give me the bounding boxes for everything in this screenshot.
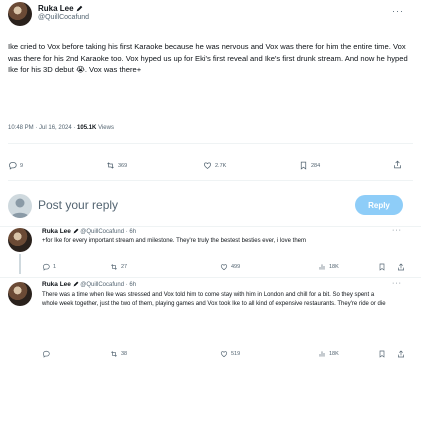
reply-author-name[interactable]: Ruka Lee [42, 228, 71, 235]
reply-like-button[interactable]: 519 [220, 350, 240, 358]
tweet-meta: 10:48 PM · Jul 16, 2024 · 105.1K Views [8, 125, 114, 131]
retweet-button[interactable]: 369 [106, 161, 127, 170]
reply-submit-button[interactable]: Reply [355, 195, 403, 215]
reply-input[interactable]: Post your reply [38, 198, 118, 212]
views-count: 18K [329, 264, 339, 270]
reply-retweet-button[interactable]: 38 [110, 350, 127, 358]
reply-time[interactable]: · 6h [126, 229, 136, 235]
reply-more-button[interactable]: ··· [392, 227, 402, 234]
more-options-button[interactable]: ··· [392, 6, 404, 16]
retweet-count: 27 [121, 264, 128, 270]
divider [8, 180, 413, 181]
reply-author-handle[interactable]: @QuillCocafund [80, 229, 124, 235]
views-icon [319, 264, 325, 270]
views-icon [319, 351, 325, 357]
reply-avatar[interactable] [8, 282, 32, 306]
views-label: Views [96, 125, 114, 131]
pen-icon [73, 281, 78, 287]
reply-share-button[interactable] [397, 263, 405, 271]
author-name[interactable]: Ruka Lee [38, 4, 74, 13]
reply-text: +for Ike for every important stream and … [42, 238, 306, 244]
divider [0, 226, 421, 227]
retweet-icon [111, 264, 117, 270]
bookmark-icon [379, 263, 385, 271]
heart-icon [204, 162, 211, 169]
reply-header: Ruka Lee @QuillCocafund · 6h [42, 228, 136, 235]
bookmark-icon [379, 350, 385, 358]
reply-avatar[interactable] [8, 228, 32, 252]
pen-icon [73, 228, 78, 234]
bookmark-count: 284 [311, 162, 321, 169]
retweet-icon [111, 351, 117, 357]
reply-views-button[interactable]: 18K [318, 263, 339, 271]
bookmark-button[interactable]: 284 [299, 161, 320, 170]
reply-more-button[interactable]: ··· [392, 280, 402, 287]
share-icon [398, 350, 404, 358]
reply-author-name[interactable]: Ruka Lee [42, 281, 71, 288]
heart-icon [220, 351, 228, 358]
like-count: 499 [231, 264, 241, 270]
author-info: Ruka Lee @QuillCocafund [38, 4, 89, 21]
bookmark-icon [300, 161, 307, 170]
retweet-count: 38 [121, 351, 128, 357]
reply-button[interactable]: 9 [8, 161, 23, 170]
like-count: 519 [231, 351, 241, 357]
views-count: 18K [329, 351, 339, 357]
reply-icon [42, 350, 50, 358]
composer-avatar [8, 194, 32, 218]
reply-header: Ruka Lee @QuillCocafund · 6h [42, 281, 136, 288]
heart-icon [220, 264, 228, 271]
reply-reply-button[interactable] [42, 350, 53, 358]
reply-icon [42, 263, 50, 271]
retweet-count: 369 [118, 162, 128, 169]
default-user-icon [11, 198, 29, 218]
reply-reply-button[interactable]: 1 [42, 263, 56, 271]
divider [8, 143, 413, 144]
reply-author-handle[interactable]: @QuillCocafund [80, 282, 124, 288]
reply-views-button[interactable]: 18K [318, 350, 339, 358]
reply-count: 9 [20, 162, 24, 169]
pen-icon [76, 5, 83, 12]
share-icon [398, 263, 404, 271]
author-avatar[interactable] [8, 2, 32, 26]
reply-retweet-button[interactable]: 27 [110, 263, 127, 271]
reply-like-button[interactable]: 499 [220, 263, 240, 271]
reply-share-button[interactable] [397, 350, 405, 358]
thread-line [19, 254, 21, 274]
reply-icon [9, 162, 17, 170]
tweet-text: Ike cried to Vox before taking his first… [8, 42, 408, 74]
author-handle[interactable]: @QuillCocafund [38, 14, 89, 21]
reply-bookmark-button[interactable] [378, 350, 386, 358]
like-count: 2.7K [215, 162, 227, 169]
share-button[interactable] [393, 160, 402, 169]
reply-time[interactable]: · 6h [126, 282, 136, 288]
retweet-icon [107, 162, 114, 169]
share-icon [394, 160, 401, 169]
views-count: 105.1K [77, 125, 97, 131]
tweet-time[interactable]: 10:48 PM · Jul 16, 2024 · [8, 125, 77, 131]
reply-bookmark-button[interactable] [378, 263, 386, 271]
like-button[interactable]: 2.7K [203, 161, 226, 170]
divider [0, 277, 421, 278]
reply-text: There was a time when Ike was stressed a… [42, 292, 386, 307]
reply-count: 1 [53, 264, 57, 270]
